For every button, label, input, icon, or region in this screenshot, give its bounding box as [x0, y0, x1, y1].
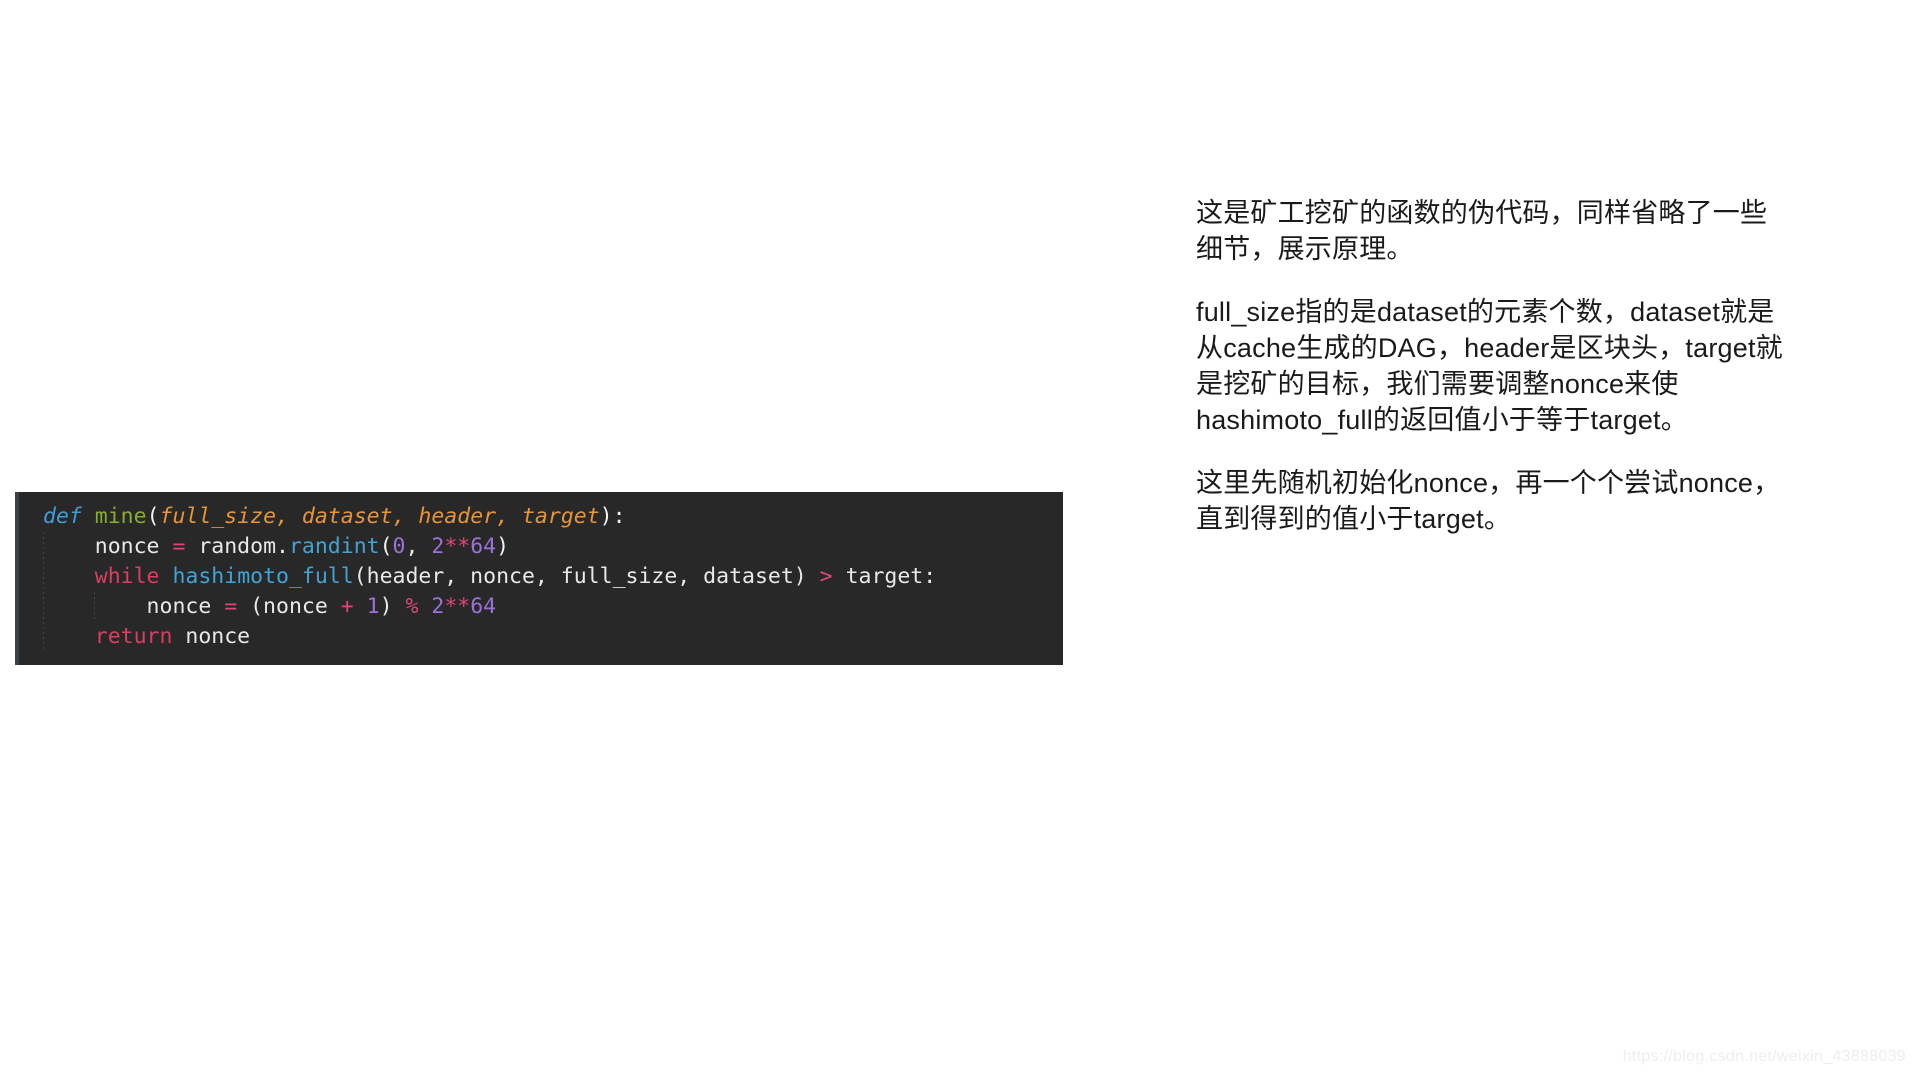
code-token: ** [444, 594, 471, 619]
code-token: 64 [470, 594, 497, 619]
code-token: ) [496, 534, 510, 559]
code-token: full_size [159, 504, 277, 529]
code-token: hashimoto_full [172, 564, 354, 589]
code-token: 64 [470, 534, 497, 559]
code-token: random [185, 534, 277, 559]
code-token: 2 [431, 534, 445, 559]
code-token: nonce [43, 594, 225, 619]
indent-guide-icon [43, 562, 44, 592]
code-token: 2 [431, 594, 445, 619]
code-token: > [806, 564, 846, 589]
code-token: dataset [301, 504, 393, 529]
code-line: def mine(full_size, dataset, header, tar… [19, 502, 1063, 532]
code-token: ) [379, 594, 406, 619]
code-token: header [418, 504, 497, 529]
code-token: = [224, 594, 238, 619]
code-token: , [496, 504, 522, 529]
code-token: + [340, 594, 354, 619]
code-token: (header, nonce, full_size, dataset) [353, 564, 807, 589]
code-token: . [276, 534, 289, 559]
code-token: , [276, 504, 302, 529]
code-lines: def mine(full_size, dataset, header, tar… [19, 502, 1063, 652]
code-token: 0 [392, 534, 406, 559]
code-token: target: [845, 564, 937, 589]
code-token: % [405, 594, 419, 619]
code-token: ** [444, 534, 471, 559]
watermark: https://blog.csdn.net/weixin_43888039 [1622, 1048, 1906, 1065]
code-token: randint [288, 534, 380, 559]
paragraph-3: 这里先随机初始化nonce，再一个个尝试nonce，直到得到的值小于target… [1196, 468, 1781, 534]
code-token: = [172, 534, 186, 559]
code-line: nonce = random.randint(0, 2**64) [19, 532, 1063, 562]
code-token: 1 [366, 594, 380, 619]
code-token: (nonce [237, 594, 341, 619]
paragraph-1: 这是矿工挖矿的函数的伪代码，同样省略了一些细节，展示原理。 [1196, 198, 1768, 264]
code-token: def [43, 504, 82, 529]
code-block-content: def mine(full_size, dataset, header, tar… [19, 502, 1063, 665]
code-token: ( [379, 534, 393, 559]
code-token: ( [146, 504, 160, 529]
indent-guide-icon [43, 622, 44, 652]
indent-guide-icon [43, 592, 44, 622]
code-token: nonce [43, 534, 173, 559]
code-token: nonce [172, 624, 251, 649]
indent-guide-icon [94, 592, 95, 622]
code-token: mine [94, 504, 147, 529]
code-line: while hashimoto_full(header, nonce, full… [19, 562, 1063, 592]
code-token: return [94, 624, 173, 649]
code-token: ): [599, 504, 626, 529]
code-line: return nonce [19, 622, 1063, 652]
indent-guide-icon [43, 532, 44, 562]
article-text-column: 这是矿工挖矿的函数的伪代码，同样省略了一些细节，展示原理。 full_size指… [1196, 195, 1786, 537]
code-token: while [94, 564, 160, 589]
code-token: target [521, 504, 600, 529]
code-line: nonce = (nonce + 1) % 2**64 [19, 592, 1063, 622]
code-token: , [405, 534, 432, 559]
paragraph-2: full_size指的是dataset的元素个数，dataset就是从cache… [1196, 297, 1783, 435]
code-block: def mine(full_size, dataset, header, tar… [15, 492, 1063, 665]
code-token: , [392, 504, 419, 529]
